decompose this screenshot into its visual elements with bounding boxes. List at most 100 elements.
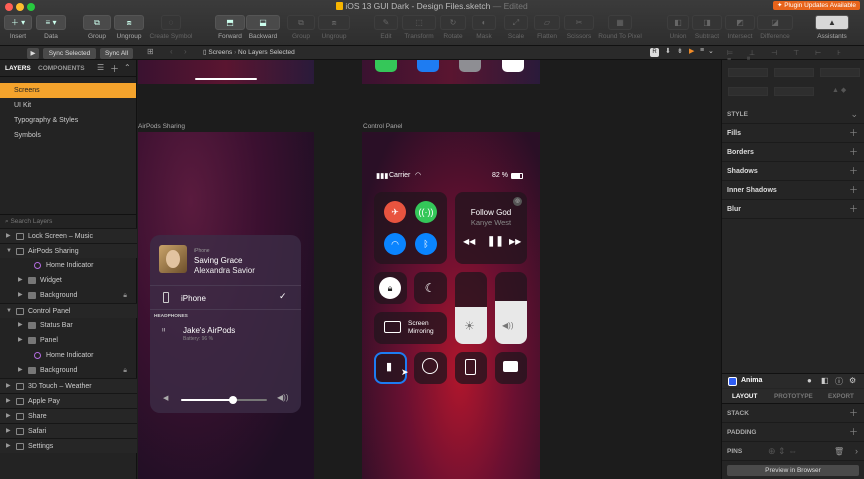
scissors-button[interactable]: ✂ Scissors — [564, 15, 594, 40]
sync-selected-button[interactable]: Sync Selected — [43, 48, 96, 59]
disclosure-closed-icon[interactable]: ▶ — [6, 379, 11, 394]
grid-view-icon[interactable]: ⊞ — [147, 47, 154, 56]
add-padding-icon[interactable]: ＋ — [849, 423, 858, 442]
disclosure-closed-icon[interactable]: ▶ — [6, 409, 11, 424]
orientation-lock-tile[interactable]: 🔒︎ — [374, 272, 407, 304]
shadows-section[interactable]: Shadows ＋ — [722, 162, 864, 181]
pin-icon[interactable]: ⇟ — [677, 47, 683, 55]
back-arrow-icon[interactable]: ‹ — [170, 47, 173, 56]
w-field[interactable] — [820, 68, 860, 77]
chevron-down-icon[interactable]: ⌄ — [708, 47, 714, 55]
disclosure-open-icon[interactable]: ▼ — [6, 244, 12, 259]
artboard-lock-screen-partial[interactable] — [138, 60, 314, 84]
layer-row[interactable]: ▶ Background 🔒︎ — [0, 288, 137, 303]
disclosure-closed-icon[interactable]: ▶ — [6, 394, 11, 409]
transform-button[interactable]: ⬚ Transform — [402, 15, 436, 40]
plugin-updates-badge[interactable]: ✦ Plugin Updates Available — [772, 1, 860, 10]
layer-group-row[interactable]: ▶ Share — [0, 408, 137, 423]
chevron-right-icon[interactable]: › — [855, 442, 858, 461]
layer-group-row[interactable]: ▼ Control Panel — [0, 303, 137, 318]
breadcrumb-page[interactable]: Screens — [208, 49, 232, 56]
search-layers-field[interactable]: ⌕ Search Layers — [0, 214, 137, 228]
pause-icon[interactable]: ❚❚ — [487, 236, 504, 247]
wifi-toggle[interactable]: ◠ — [384, 233, 406, 255]
collapse-icon[interactable]: ⌃ — [124, 63, 131, 72]
disclosure-closed-icon[interactable]: ▶ — [6, 424, 11, 439]
layer-row[interactable]: ▶ Widget — [0, 273, 137, 288]
layer-group-row[interactable]: ▶ Safari — [0, 423, 137, 438]
flatten-button[interactable]: ▱ Flatten — [534, 15, 560, 40]
volume-track[interactable] — [181, 396, 267, 404]
ungroup-button[interactable]: ⧈ Ungroup — [114, 15, 144, 40]
assistants-button[interactable]: ▲ Assistants — [815, 15, 849, 40]
sync-all-button[interactable]: Sync All — [100, 48, 133, 59]
timer-button[interactable] — [414, 352, 447, 384]
calculator-button[interactable] — [455, 352, 487, 384]
add-stack-icon[interactable]: ＋ — [849, 404, 858, 423]
bluetooth-toggle[interactable]: ᛒ — [415, 233, 437, 255]
disclosure-closed-icon[interactable]: ▶ — [6, 439, 11, 454]
brightness-slider[interactable]: ☀ — [455, 272, 487, 344]
artboard-label-control[interactable]: Control Panel — [363, 123, 402, 130]
help-icon[interactable]: ⓘ — [835, 376, 843, 387]
rotation-field[interactable] — [728, 87, 768, 96]
edit-button[interactable]: ✎ Edit — [374, 15, 398, 40]
artboard-home-partial[interactable] — [362, 60, 540, 84]
insert-button[interactable]: ＋ ▾ Insert — [4, 15, 32, 40]
device-name[interactable]: iPhone — [181, 294, 206, 303]
record-icon[interactable]: ● — [807, 376, 812, 385]
difference-button[interactable]: ◪ Difference — [757, 15, 793, 40]
camera-button[interactable] — [495, 352, 527, 384]
pin-controls-icon[interactable]: ⊕ ⇕ ⇔ — [768, 442, 797, 461]
pins-section[interactable]: PINS ⊕ ⇕ ⇔ 🗑︎ › — [722, 442, 864, 461]
backward-button[interactable]: ⬓ Backward — [246, 15, 280, 40]
disclosure-closed-icon[interactable]: ▶ — [18, 363, 23, 378]
list-icon[interactable]: ☰ — [97, 63, 104, 72]
forward-button[interactable]: ⬒ Forward — [215, 15, 245, 40]
tab-components[interactable]: COMPONENTS — [38, 65, 85, 72]
flashlight-button[interactable]: ▮ ➤ — [374, 352, 409, 384]
lock-icon[interactable]: 🔒︎ — [123, 363, 127, 378]
union-button[interactable]: ◧ Union — [667, 15, 689, 40]
intersect-button[interactable]: ◩ Intersect — [725, 15, 755, 40]
disclosure-closed-icon[interactable]: ▶ — [18, 318, 23, 333]
add-inner-shadow-icon[interactable]: ＋ — [849, 181, 858, 200]
disclosure-closed-icon[interactable]: ▶ — [6, 229, 11, 244]
artboard-label-airpods[interactable]: AirPods Sharing — [138, 123, 185, 130]
settings-icon[interactable]: ⚙ — [849, 376, 856, 385]
layer-group-row[interactable]: ▼ AirPods Sharing — [0, 243, 137, 258]
cellular-toggle[interactable]: ((·)) — [415, 201, 437, 223]
data-button[interactable]: ≡ ▾ Data — [36, 15, 66, 40]
rewind-icon[interactable]: ◀◀ — [463, 237, 475, 246]
y-field[interactable] — [774, 68, 814, 77]
inner-shadows-section[interactable]: Inner Shadows ＋ — [722, 181, 864, 200]
mask-button[interactable]: ◐ Mask — [472, 15, 496, 40]
layer-group-row[interactable]: ▶ 3D Touch – Weather — [0, 378, 137, 393]
screen-mirroring-tile[interactable]: Screen Mirroring — [374, 312, 447, 344]
preview-in-browser-button[interactable]: Preview in Browser — [727, 465, 859, 476]
group-disabled-button[interactable]: ⧉ Group — [287, 15, 315, 40]
scale-button[interactable]: ⤢ Scale — [504, 15, 528, 40]
h-field[interactable] — [774, 87, 814, 96]
borders-section[interactable]: Borders ＋ — [722, 143, 864, 162]
subtract-button[interactable]: ◨ Subtract — [692, 15, 722, 40]
headphones-name[interactable]: Jake's AirPods — [183, 326, 235, 335]
forward-arrow-icon[interactable]: › — [184, 47, 187, 56]
canvas[interactable]: AirPods Sharing iPhone Saving Grace Alex… — [138, 60, 721, 479]
create-symbol-button[interactable]: ◌ Create Symbol — [148, 15, 194, 40]
disclosure-closed-icon[interactable]: ▶ — [18, 288, 23, 303]
flip-icon[interactable]: ▲ ◆ — [832, 86, 846, 94]
menu-icon[interactable]: ≡ — [700, 47, 704, 54]
add-blur-icon[interactable]: ＋ — [849, 200, 858, 219]
layer-row[interactable]: ▶ Background 🔒︎ — [0, 363, 137, 378]
do-not-disturb-tile[interactable]: ☾ — [414, 272, 447, 304]
page-item-symbols[interactable]: Symbols — [0, 128, 136, 143]
padding-section[interactable]: PADDING ＋ — [722, 423, 864, 442]
ungroup-disabled-button[interactable]: ⧈ Ungroup — [318, 15, 350, 40]
page-item-typography[interactable]: Typography & Styles — [0, 113, 136, 128]
airplane-mode-toggle[interactable]: ✈ — [384, 201, 406, 223]
add-page-icon[interactable]: ＋ — [110, 62, 119, 75]
airplay-icon[interactable]: ◎ — [513, 197, 522, 206]
stack-section[interactable]: STACK ＋ — [722, 404, 864, 423]
lock-icon[interactable]: 🔒︎ — [123, 288, 127, 303]
